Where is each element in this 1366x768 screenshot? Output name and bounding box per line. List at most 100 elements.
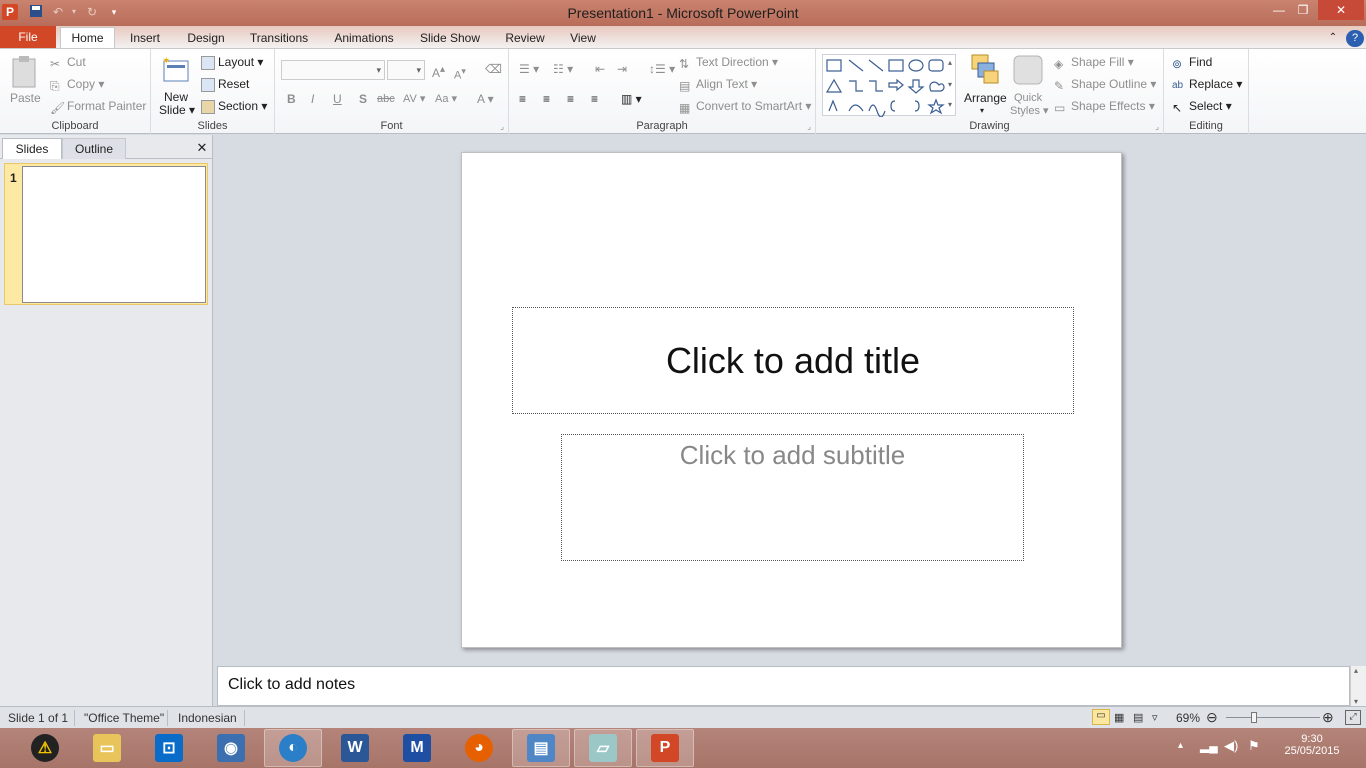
taskbar-firefox[interactable]: ◕ xyxy=(450,729,508,767)
paste-button[interactable] xyxy=(8,55,42,93)
notes-placeholder[interactable]: Click to add notes xyxy=(228,676,355,694)
shapes-scroll-down-icon[interactable]: ▾ xyxy=(948,77,952,93)
italic-button[interactable]: I xyxy=(311,91,314,107)
find-button[interactable]: ⊚ Find xyxy=(1172,54,1212,71)
taskbar-maxthon[interactable]: M xyxy=(388,729,446,767)
align-right-icon[interactable]: ≡ xyxy=(567,91,574,107)
shape-fill-button[interactable]: ◈ Shape Fill ▾ xyxy=(1054,54,1134,71)
numbering-icon[interactable]: ☷ ▾ xyxy=(553,61,573,77)
bullets-icon[interactable]: ☰ ▾ xyxy=(519,61,539,77)
font-dialog-launcher-icon[interactable]: ⌟ xyxy=(500,122,504,131)
notes-scrollbar[interactable]: ▴ ▾ xyxy=(1350,666,1366,706)
zoom-slider[interactable] xyxy=(1226,717,1320,718)
font-color-icon[interactable]: A ▾ xyxy=(477,91,494,107)
convert-smartart-button[interactable]: ▦ Convert to SmartArt ▾ xyxy=(679,98,811,115)
justify-icon[interactable]: ≡ xyxy=(591,91,598,107)
tab-slide-show[interactable]: Slide Show xyxy=(414,29,486,49)
show-hidden-icons[interactable]: ▴ xyxy=(1178,740,1183,751)
decrease-indent-icon[interactable]: ⇤ xyxy=(595,61,605,77)
drawing-dialog-launcher-icon[interactable]: ⌟ xyxy=(1155,122,1159,131)
taskbar-globe[interactable]: ◐ xyxy=(264,729,322,767)
tab-view[interactable]: View xyxy=(562,29,604,49)
clock[interactable]: 9:30 25/05/2015 xyxy=(1276,733,1348,757)
slide-canvas[interactable]: Click to add title Click to add subtitle xyxy=(461,152,1122,648)
taskbar-control-panel[interactable]: ▤ xyxy=(512,729,570,767)
tab-review[interactable]: Review xyxy=(500,29,550,49)
scroll-up-icon[interactable]: ▴ xyxy=(1354,666,1358,675)
arrange-button[interactable] xyxy=(966,53,1002,91)
minimize-button[interactable]: — xyxy=(1268,0,1290,20)
notes-pane[interactable]: Click to add notes xyxy=(217,666,1350,706)
signal-icon[interactable]: ▂▄ xyxy=(1200,739,1218,753)
change-case-icon[interactable]: Aa ▾ xyxy=(435,91,457,107)
taskbar-store[interactable]: ⊡ xyxy=(140,729,198,767)
character-spacing-icon[interactable]: AV ▾ xyxy=(403,91,425,107)
shrink-font-icon[interactable]: A▾ xyxy=(454,63,466,84)
columns-icon[interactable]: ▥ ▾ xyxy=(621,91,642,107)
font-name-combo[interactable]: ▾ xyxy=(281,60,385,80)
format-painter-button[interactable]: 🖌 Format Painter xyxy=(50,98,146,115)
tab-insert[interactable]: Insert xyxy=(122,29,168,49)
cut-button[interactable]: ✂ Cut xyxy=(50,54,86,71)
shape-effects-button[interactable]: ▭ Shape Effects ▾ xyxy=(1054,98,1155,115)
title-placeholder[interactable]: Click to add title xyxy=(512,307,1074,414)
tab-design[interactable]: Design xyxy=(182,29,230,49)
align-left-icon[interactable]: ≡ xyxy=(519,91,526,107)
shapes-gallery[interactable] xyxy=(822,54,956,118)
copy-button[interactable]: ⎘ Copy ▾ xyxy=(50,76,104,93)
subtitle-placeholder[interactable]: Click to add subtitle xyxy=(561,434,1024,561)
flag-icon[interactable]: ⚑ xyxy=(1248,738,1260,754)
taskbar-notes[interactable]: ▱ xyxy=(574,729,632,767)
tab-outline[interactable]: Outline xyxy=(62,138,126,159)
layout-button[interactable]: Layout ▾ xyxy=(201,54,263,70)
taskbar-explorer[interactable]: ▭ xyxy=(78,729,136,767)
tab-home[interactable]: Home xyxy=(60,27,115,49)
select-button[interactable]: ↖ Select ▾ xyxy=(1172,98,1232,115)
shapes-more-icon[interactable]: ▾ xyxy=(948,97,952,113)
language-indicator[interactable]: Indonesian xyxy=(178,711,237,725)
section-button[interactable]: Section ▾ xyxy=(201,98,267,114)
fit-slide-icon[interactable]: ⤢ xyxy=(1345,710,1361,725)
zoom-in-icon[interactable]: ⊕ xyxy=(1322,709,1334,726)
shadow-button[interactable]: S xyxy=(359,91,367,107)
restore-button[interactable]: ❐ xyxy=(1292,0,1314,20)
font-size-combo[interactable]: ▾ xyxy=(387,60,425,80)
taskbar-network[interactable]: ◉ xyxy=(202,729,260,767)
scroll-down-icon[interactable]: ▾ xyxy=(1354,697,1358,706)
quick-styles-button[interactable] xyxy=(1012,54,1044,92)
paragraph-dialog-launcher-icon[interactable]: ⌟ xyxy=(807,122,811,131)
shape-outline-button[interactable]: ✎ Shape Outline ▾ xyxy=(1054,76,1156,93)
zoom-slider-thumb[interactable] xyxy=(1251,712,1257,723)
grow-font-icon[interactable]: A▴ xyxy=(432,62,445,81)
shapes-scroll-up-icon[interactable]: ▴ xyxy=(948,55,952,71)
close-button[interactable]: ✕ xyxy=(1318,0,1364,20)
volume-icon[interactable]: ◀) xyxy=(1224,738,1238,754)
bold-button[interactable]: B xyxy=(287,91,296,107)
slide-thumbnail[interactable] xyxy=(22,166,206,303)
underline-button[interactable]: U xyxy=(333,91,342,107)
close-pane-icon[interactable]: ✕ xyxy=(194,138,210,159)
reading-view-icon[interactable]: ▤ xyxy=(1133,711,1143,724)
tab-animations[interactable]: Animations xyxy=(330,29,398,49)
zoom-level[interactable]: 69% xyxy=(1176,711,1200,725)
tab-slides[interactable]: Slides xyxy=(2,138,62,159)
tab-transitions[interactable]: Transitions xyxy=(244,29,314,49)
align-text-button[interactable]: ▤ Align Text ▾ xyxy=(679,76,757,93)
minimize-ribbon-icon[interactable]: ⌃ xyxy=(1324,29,1342,49)
slide-sorter-icon[interactable]: ▦ xyxy=(1114,711,1124,724)
strikethrough-button[interactable]: abc xyxy=(377,91,395,107)
normal-view-icon[interactable]: ▭ xyxy=(1092,709,1110,725)
replace-button[interactable]: ab Replace ▾ xyxy=(1172,76,1242,92)
increase-indent-icon[interactable]: ⇥ xyxy=(617,61,627,77)
taskbar-app-1[interactable]: ⚠ xyxy=(16,729,74,767)
new-slide-button[interactable]: ✶ xyxy=(159,55,193,87)
taskbar-word[interactable]: W xyxy=(326,729,384,767)
zoom-out-icon[interactable]: ⊖ xyxy=(1206,709,1218,726)
taskbar-powerpoint[interactable]: P xyxy=(636,729,694,767)
reset-button[interactable]: Reset xyxy=(201,76,249,92)
clear-formatting-icon[interactable]: ⌫ xyxy=(485,61,502,77)
help-icon[interactable]: ? xyxy=(1346,30,1364,47)
line-spacing-icon[interactable]: ↕☰ ▾ xyxy=(649,61,675,77)
align-center-icon[interactable]: ≡ xyxy=(543,91,550,107)
tab-file[interactable]: File xyxy=(0,26,56,49)
